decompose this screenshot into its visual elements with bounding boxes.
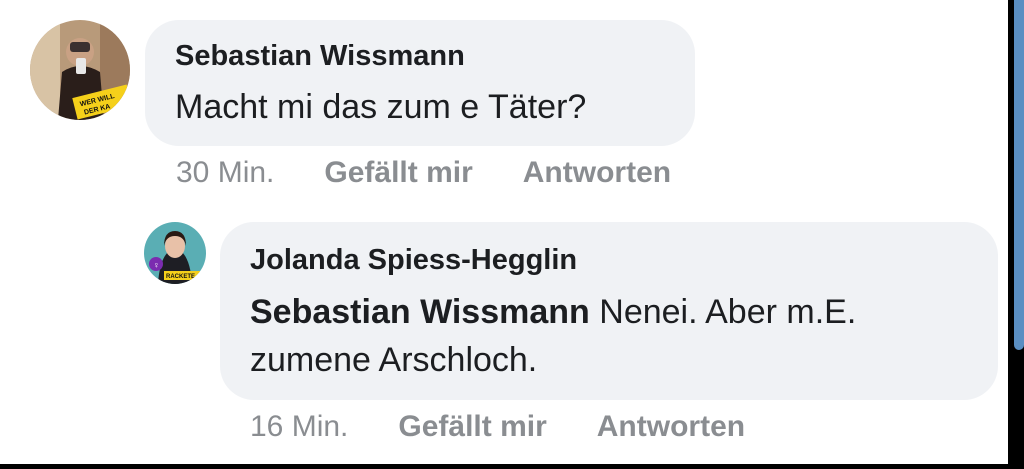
comment-bubble: Sebastian Wissmann Macht mi das zum e Tä…	[145, 20, 695, 146]
comment-time: 30 Min.	[176, 156, 275, 189]
svg-text:♀: ♀	[153, 260, 160, 270]
profile-photo-icon: ♀ RACKETE	[144, 222, 206, 284]
comment-time: 16 Min.	[250, 410, 349, 443]
comment-text: Macht mi das zum e Täter?	[175, 88, 587, 126]
comment-thread: WER WILL DER KA Sebastian Wissmann Macht…	[0, 0, 1008, 464]
avatar[interactable]: WER WILL DER KA	[30, 20, 130, 120]
avatar[interactable]: ♀ RACKETE	[144, 222, 206, 284]
mention-link[interactable]: Sebastian Wissmann	[250, 293, 590, 331]
scrollbar[interactable]	[1014, 0, 1024, 350]
profile-photo-icon: WER WILL DER KA	[30, 20, 130, 120]
like-button[interactable]: Gefällt mir	[324, 156, 472, 190]
like-button[interactable]: Gefällt mir	[398, 410, 546, 444]
comment-text: Sebastian Wissmann Nenei. Aber m.E. zume…	[250, 288, 970, 384]
comment-meta: 16 Min. Gefällt mir Antworten	[250, 410, 745, 444]
comment-meta: 30 Min. Gefällt mir Antworten	[176, 156, 671, 190]
reply-button[interactable]: Antworten	[597, 410, 745, 444]
avatar-badge: RACKETE	[166, 274, 195, 280]
reply-button[interactable]: Antworten	[523, 156, 671, 190]
comment-bubble: Jolanda Spiess-Hegglin Sebastian Wissman…	[220, 222, 998, 400]
comment-text-line1: Nenei. Aber m.E.	[589, 293, 857, 331]
comment-text-line2: zumene Arschloch.	[250, 341, 538, 379]
comment-author[interactable]: Sebastian Wissmann	[175, 40, 465, 73]
comment-author[interactable]: Jolanda Spiess-Hegglin	[250, 244, 577, 277]
